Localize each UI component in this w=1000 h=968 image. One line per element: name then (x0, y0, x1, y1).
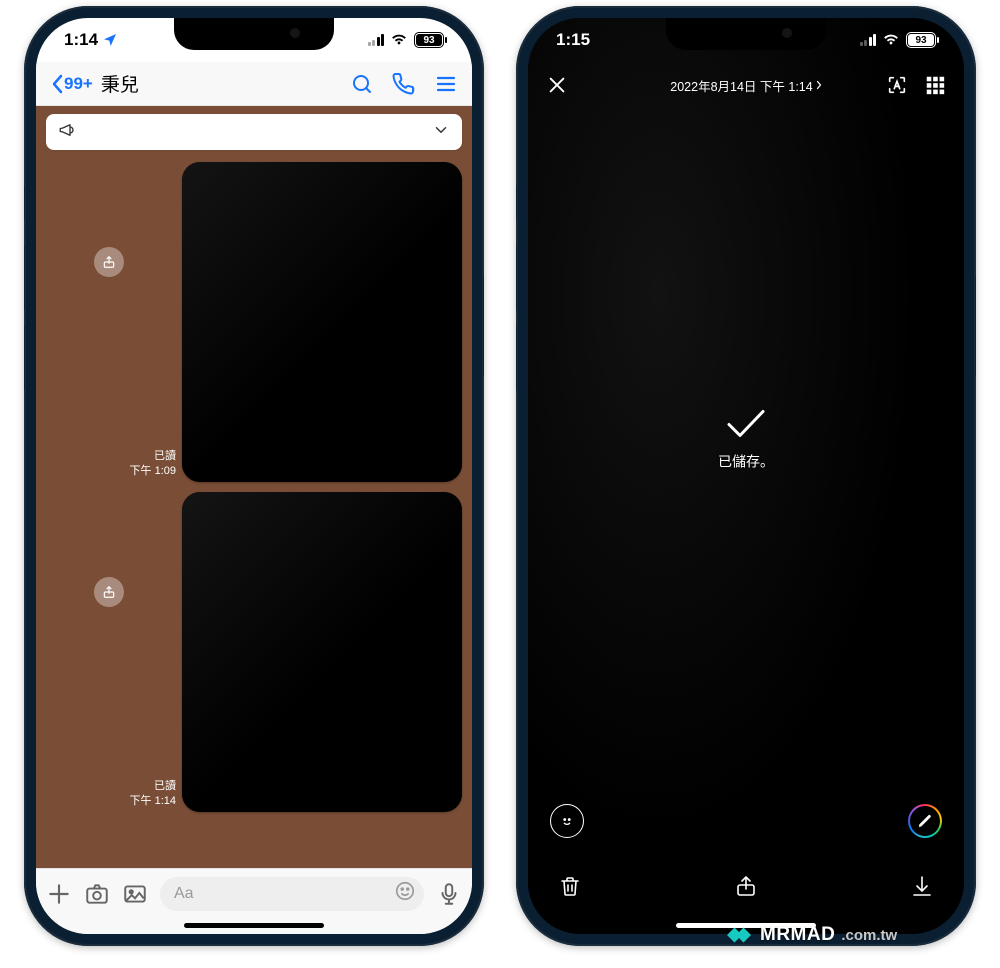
viewer-header: 2022年8月14日 下午 1:14 (528, 62, 964, 108)
wifi-icon (882, 31, 900, 50)
draw-icon[interactable] (908, 804, 942, 838)
read-label: 已讀 (130, 779, 176, 793)
grid-icon[interactable] (924, 74, 946, 96)
search-icon[interactable] (350, 72, 374, 96)
share-chip[interactable] (94, 247, 124, 277)
notch (174, 18, 334, 50)
chevron-down-icon (432, 121, 450, 144)
camera-icon[interactable] (84, 881, 110, 907)
download-icon[interactable] (910, 874, 934, 900)
battery-level: 93 (423, 35, 434, 46)
screen: 1:14 93 99+ 秉兒 (36, 18, 472, 934)
home-indicator[interactable] (184, 923, 324, 928)
message-input[interactable]: Aa (160, 877, 424, 911)
emoji-icon[interactable] (394, 880, 416, 907)
status-time: 1:15 (556, 30, 590, 50)
gallery-icon[interactable] (122, 881, 148, 907)
trash-icon[interactable] (558, 874, 582, 900)
signal-icon (860, 34, 877, 46)
watermark-domain: .com.tw (841, 927, 897, 944)
battery-icon: 93 (906, 32, 936, 48)
sticker-icon[interactable] (550, 804, 584, 838)
plus-icon[interactable] (46, 881, 72, 907)
image-bubble[interactable] (182, 492, 462, 812)
mic-icon[interactable] (436, 881, 462, 907)
share-chip[interactable] (94, 577, 124, 607)
input-placeholder: Aa (174, 885, 194, 903)
call-icon[interactable] (392, 72, 416, 96)
watermark: MRMAD .com.tw (724, 922, 897, 948)
saved-toast: 已儲存。 (718, 407, 774, 472)
chat-header: 99+ 秉兒 (36, 62, 472, 106)
screen: 1:15 93 2022年8月14日 下午 1:14 (528, 18, 964, 934)
wifi-icon (390, 31, 408, 50)
message-meta: 已讀 下午 1:14 (130, 779, 176, 812)
bottom-toolbar (528, 874, 964, 900)
announcement-bar[interactable] (46, 114, 462, 150)
phone-mock-right: 1:15 93 2022年8月14日 下午 1:14 (516, 6, 976, 946)
notch (666, 18, 826, 50)
edit-row (528, 804, 964, 838)
ocr-icon[interactable] (886, 74, 908, 96)
time-label: 下午 1:09 (130, 464, 176, 478)
battery-icon: 93 (414, 32, 444, 48)
close-icon[interactable] (546, 74, 568, 96)
message-meta: 已讀 下午 1:09 (130, 449, 176, 482)
watermark-brand: MRMAD (760, 924, 835, 946)
image-bubble[interactable] (182, 162, 462, 482)
image-viewer-bg[interactable] (528, 18, 964, 934)
signal-icon (368, 34, 385, 46)
location-icon (102, 32, 118, 48)
unread-badge: 99+ (64, 74, 93, 94)
share-icon[interactable] (734, 874, 758, 900)
status-time: 1:14 (64, 30, 98, 50)
phone-mock-left: 1:14 93 99+ 秉兒 (24, 6, 484, 946)
chat-body[interactable]: 已讀 下午 1:09 已讀 下午 1:14 (36, 106, 472, 868)
saved-text: 已儲存。 (718, 452, 774, 472)
menu-icon[interactable] (434, 72, 458, 96)
back-button[interactable]: 99+ (50, 74, 93, 94)
photo-timestamp: 2022年8月14日 下午 1:14 (670, 76, 812, 95)
time-label: 下午 1:14 (130, 794, 176, 808)
chat-title[interactable]: 秉兒 (101, 70, 139, 97)
read-label: 已讀 (130, 449, 176, 463)
battery-level: 93 (915, 35, 926, 46)
megaphone-icon (58, 121, 76, 144)
